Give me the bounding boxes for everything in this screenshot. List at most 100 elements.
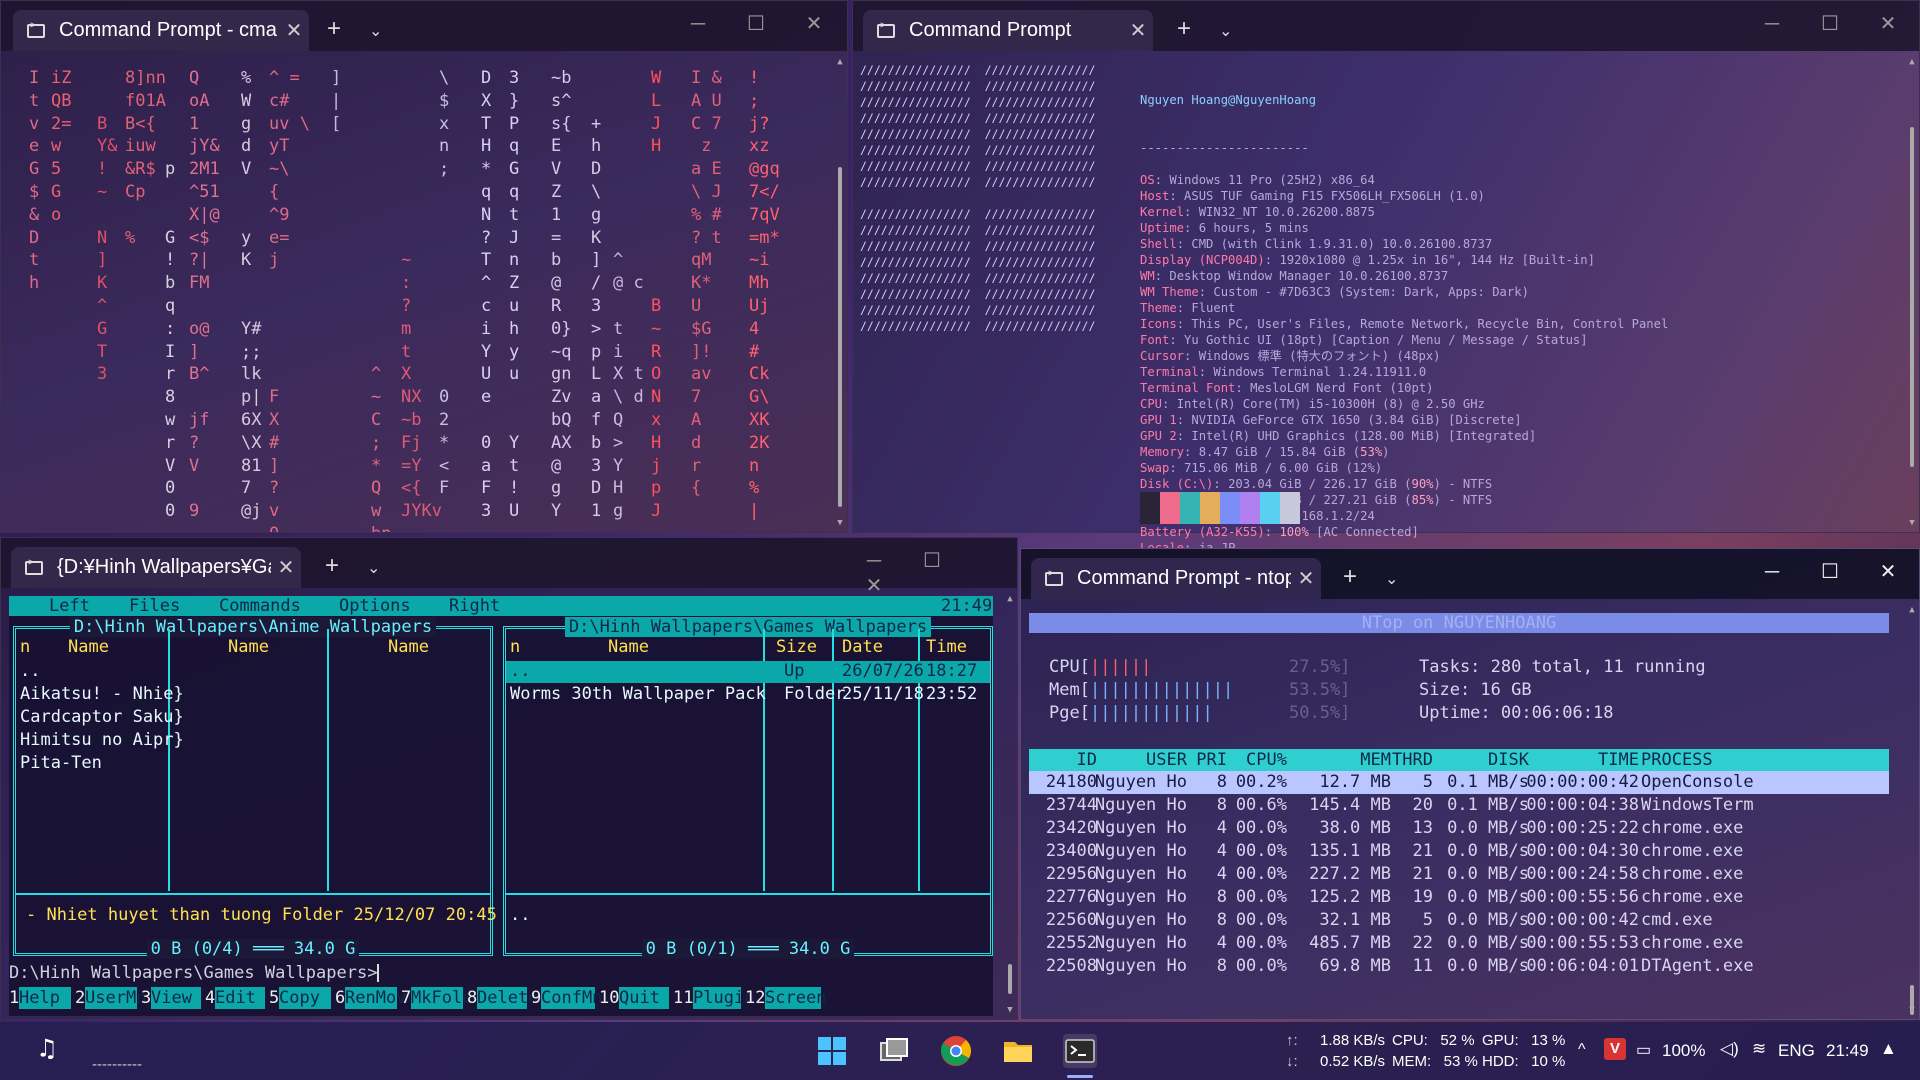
new-tab-button[interactable]: + [325, 552, 339, 580]
minimize-button[interactable]: ─ [1743, 561, 1801, 584]
close-tab-icon[interactable]: ✕ [1291, 566, 1321, 591]
close-tab-icon[interactable]: ✕ [271, 555, 301, 580]
tab-far[interactable]: {D:¥Hinh Wallpapers¥Ga ✕ [11, 547, 301, 588]
menu-left[interactable]: Left [49, 596, 90, 616]
window-far-manager[interactable]: {D:¥Hinh Wallpapers¥Ga ✕ + ⌄ ─☐✕ Left Fi… [0, 537, 1018, 1020]
close-button[interactable]: ✕ [1859, 559, 1917, 584]
right-panel[interactable]: D:\Hinh Wallpapers\Games Wallpapers n Na… [503, 617, 993, 959]
close-button[interactable]: ✕ [785, 11, 843, 36]
file-explorer-icon[interactable] [1001, 1034, 1035, 1068]
minimize-button[interactable]: ─ [1743, 13, 1801, 36]
window-ntop[interactable]: Command Prompt - ntop ✕ + ⌄ ─☐✕ NTop on … [1020, 548, 1920, 1020]
fkey-help[interactable]: Help [19, 987, 71, 1009]
music-note-icon[interactable]: ♫ [30, 1034, 64, 1068]
close-button[interactable]: ✕ [1859, 11, 1917, 36]
menu-files[interactable]: Files [129, 596, 180, 616]
scroll-thumb[interactable] [1910, 127, 1914, 467]
task-view-icon[interactable] [877, 1034, 911, 1068]
wifi-icon[interactable]: ≋ [1752, 1039, 1766, 1059]
language-indicator[interactable]: ENG [1778, 1041, 1815, 1061]
file-name[interactable]: Worms 30th Wallpaper Pack [510, 684, 766, 704]
dropdown-icon[interactable]: ⌄ [1219, 21, 1232, 41]
process-row[interactable]: 22508 Nguyen Ho 8 00.0% 69.8 MB 11 0.0 MB/s 00:… [1029, 955, 1889, 978]
tab-command-prompt[interactable]: Command Prompt ✕ [863, 10, 1153, 51]
notification-bell-icon[interactable]: ▲ [1880, 1039, 1897, 1059]
clock[interactable]: 21:49 [1826, 1041, 1869, 1061]
file-name[interactable]: .. [510, 661, 530, 681]
scroll-up-icon[interactable]: ▲ [1005, 594, 1015, 604]
maximize-button[interactable]: ☐ [1801, 11, 1859, 36]
scroll-down-icon[interactable]: ▼ [835, 518, 845, 528]
fkey-renmov[interactable]: RenMov [345, 987, 406, 1009]
scroll-down-icon[interactable]: ▼ [1907, 518, 1917, 528]
battery-icon[interactable]: ▭ [1636, 1040, 1651, 1060]
file-row[interactable]: Cardcaptor Saku} [20, 707, 184, 727]
fkey-copy[interactable]: Copy [279, 987, 331, 1009]
file-time[interactable]: 18:27 [926, 661, 977, 681]
scroll-up-icon[interactable]: ▲ [835, 57, 845, 67]
maximize-button[interactable]: ☐ [1801, 559, 1859, 584]
fkey-quit[interactable]: Quit [619, 987, 669, 1009]
fkey-plugin[interactable]: Plugin [693, 987, 754, 1009]
file-row[interactable]: Aikatsu! - Nhie} [20, 684, 184, 704]
file-size[interactable]: Up [784, 661, 804, 681]
scrollbar[interactable]: ▲ ▼ [835, 57, 845, 528]
scroll-down-icon[interactable]: ▼ [1005, 1005, 1015, 1015]
scroll-up-icon[interactable]: ▲ [1907, 605, 1917, 615]
file-row[interactable]: Pita-Ten [20, 753, 102, 773]
file-date[interactable]: 26/07/26 [842, 661, 924, 681]
process-row[interactable]: 23420 Nguyen Ho 4 00.0% 38.0 MB 13 0.0 MB/s 00:… [1029, 817, 1889, 840]
process-row[interactable]: 22560 Nguyen Ho 8 00.0% 32.1 MB 5 0.0 MB/s 00:0… [1029, 909, 1889, 932]
scroll-down-icon[interactable]: ▼ [1907, 1005, 1917, 1015]
tab-matrix[interactable]: Command Prompt - cma ✕ [13, 10, 309, 51]
file-date[interactable]: 25/11/18 [842, 684, 924, 704]
new-tab-button[interactable]: + [1343, 563, 1357, 591]
process-row[interactable]: 24180 Nguyen Ho 8 00.2% 12.7 MB 5 0.1 MB/s 00:0… [1029, 771, 1889, 794]
maximize-button[interactable]: ☐ [727, 11, 785, 36]
new-tab-button[interactable]: + [327, 15, 341, 43]
chevron-up-icon[interactable]: ^ [1578, 1041, 1586, 1059]
file-row[interactable]: Himitsu no Aipr} [20, 730, 184, 750]
scrollbar[interactable]: ▲ ▼ [1907, 57, 1917, 528]
fkey-edit[interactable]: Edit [215, 987, 265, 1009]
close-tab-icon[interactable]: ✕ [279, 18, 309, 43]
menu-options[interactable]: Options [339, 596, 411, 616]
fkey-confmn[interactable]: ConfMn [541, 987, 602, 1009]
scrollbar[interactable]: ▲ ▼ [1907, 605, 1917, 1015]
dropdown-icon[interactable]: ⌄ [367, 558, 380, 578]
windows-start-icon[interactable] [815, 1034, 849, 1068]
file-size[interactable]: Folder [784, 684, 845, 704]
dropdown-icon[interactable]: ⌄ [1385, 569, 1398, 589]
fkey-usermn[interactable]: UserMn [85, 987, 146, 1009]
new-tab-button[interactable]: + [1177, 15, 1191, 43]
terminal-taskbar-icon[interactable] [1063, 1034, 1097, 1068]
fkey-screen[interactable]: Screen [765, 987, 826, 1009]
fkey-delete[interactable]: Delete [477, 987, 538, 1009]
file-row[interactable]: .. [20, 661, 40, 681]
process-row[interactable]: 23400 Nguyen Ho 4 00.0% 135.1 MB 21 0.0 MB/s 00… [1029, 840, 1889, 863]
process-row[interactable]: 22552 Nguyen Ho 4 00.0% 485.7 MB 22 0.0 MB/s 00… [1029, 932, 1889, 955]
minimize-button[interactable]: ─ [845, 550, 903, 573]
window-matrix[interactable]: Command Prompt - cma ✕ + ⌄ ─☐✕ I t v e G… [0, 0, 848, 533]
close-button[interactable]: ✕ [845, 573, 903, 598]
fkey-view[interactable]: View [151, 987, 201, 1009]
tab-ntop[interactable]: Command Prompt - ntop ✕ [1031, 558, 1321, 599]
maximize-button[interactable]: ☐ [903, 548, 961, 573]
command-line[interactable]: D:\Hinh Wallpapers\Games Wallpapers> [9, 963, 380, 983]
left-panel[interactable]: D:\Hinh Wallpapers\Anime Wallpapers n Na… [13, 617, 497, 959]
chrome-icon[interactable] [939, 1034, 973, 1068]
scroll-thumb[interactable] [1008, 964, 1012, 994]
scroll-up-icon[interactable]: ▲ [1907, 57, 1917, 67]
file-time[interactable]: 23:52 [926, 684, 977, 704]
process-row[interactable]: 22776 Nguyen Ho 8 00.0% 125.2 MB 19 0.0 MB/s 00… [1029, 886, 1889, 909]
close-tab-icon[interactable]: ✕ [1123, 18, 1153, 43]
volume-icon[interactable]: ◁) [1720, 1039, 1739, 1059]
scrollbar[interactable]: ▲ ▼ [1005, 594, 1015, 1015]
fkey-mkfold[interactable]: MkFold [411, 987, 472, 1009]
menu-commands[interactable]: Commands [219, 596, 301, 616]
minimize-button[interactable]: ─ [669, 13, 727, 36]
menu-right[interactable]: Right [449, 596, 500, 616]
dropdown-icon[interactable]: ⌄ [369, 21, 382, 41]
process-row[interactable]: 22956 Nguyen Ho 4 00.0% 227.2 MB 21 0.0 MB/s 00… [1029, 863, 1889, 886]
process-row[interactable]: 23744 Nguyen Ho 8 00.6% 145.4 MB 20 0.1 MB/s 00… [1029, 794, 1889, 817]
